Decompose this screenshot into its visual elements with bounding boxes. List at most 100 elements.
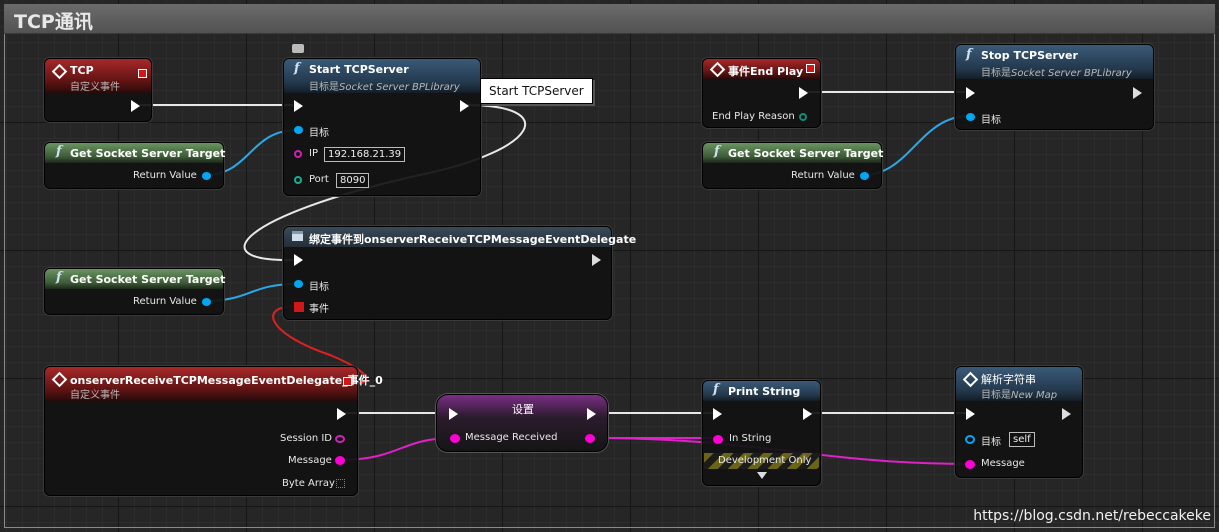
end-play-reason-pin[interactable] (799, 113, 807, 121)
return-value-pin[interactable] (860, 172, 869, 180)
node-title: Get Socket Server Target (70, 273, 226, 286)
port-input[interactable]: 8090 (336, 173, 370, 188)
watermark: https://blog.csdn.net/rebeccakeke (973, 508, 1211, 524)
get-socket-server-target-node[interactable]: f Get Socket Server Target Return Value (44, 142, 226, 189)
return-value-label: Return Value (133, 296, 197, 307)
exec-in-pin[interactable] (294, 254, 303, 266)
end-play-reason-label: End Play Reason (712, 111, 795, 122)
node-title: Stop TCPServer (981, 49, 1078, 62)
byte-array-pin[interactable] (336, 479, 345, 488)
node-subtitle: 目标是New Map (981, 386, 1057, 401)
target-label: 目标 (309, 282, 329, 293)
function-icon: f (966, 47, 972, 62)
return-value-label: Return Value (791, 170, 855, 181)
exec-in-pin[interactable] (294, 100, 303, 112)
start-tcpserver-node[interactable]: f Start TCPServer 目标是Socket Server BPLib… (283, 58, 481, 196)
bind-icon (292, 231, 303, 241)
node-title: Start TCPServer (309, 63, 409, 76)
subtitle-prefix: 目标是 (981, 68, 1011, 79)
node-title: 设置 (512, 403, 534, 416)
in-string-pin[interactable] (713, 435, 723, 444)
message-received-label: Message Received (465, 432, 558, 443)
node-title: Get Socket Server Target (70, 147, 226, 160)
node-title: Get Socket Server Target (728, 147, 884, 160)
message-label: Message (288, 455, 332, 466)
node-title: 解析字符串 (981, 373, 1036, 386)
end-play-event-node[interactable]: 事件End Play End Play Reason (702, 58, 821, 128)
exec-in-pin[interactable] (966, 87, 975, 99)
ip-input[interactable]: 192.168.21.39 (324, 147, 406, 162)
message-pin[interactable] (335, 456, 345, 465)
exec-out-pin[interactable] (460, 100, 469, 112)
stop-tcpserver-node[interactable]: f Stop TCPServer 目标是Socket Server BPLibr… (955, 44, 1154, 130)
node-title: TCP (70, 64, 94, 77)
chevron-down-icon[interactable] (757, 472, 767, 479)
subtitle-prefix: 目标是 (981, 390, 1011, 401)
comment-bubble-icon[interactable] (292, 44, 304, 53)
function-icon: f (56, 270, 62, 285)
exec-in-pin[interactable] (449, 408, 458, 420)
exec-in-pin[interactable] (713, 408, 722, 420)
exec-out-pin[interactable] (337, 408, 346, 420)
set-variable-node[interactable]: 设置 Message Received (436, 394, 608, 452)
byte-array-label: Byte Array (282, 478, 335, 489)
target-label: 目标 (981, 115, 1001, 126)
exec-out-pin[interactable] (1133, 87, 1142, 99)
delegate-pin[interactable] (806, 64, 815, 73)
target-label: 目标 (309, 128, 329, 139)
port-label: Port (309, 174, 329, 185)
target-pin[interactable] (965, 435, 975, 444)
subtitle-class: Socket Server BPLibrary (339, 82, 460, 93)
function-icon: f (713, 382, 719, 397)
node-subtitle: 自定义事件 (70, 390, 120, 401)
return-value-pin[interactable] (202, 172, 211, 180)
print-string-node[interactable]: f Print String In String Development Onl… (702, 380, 821, 486)
message-label: Message (981, 458, 1025, 469)
bind-event-node[interactable]: 绑定事件到onserverReceiveTCPMessageEventDeleg… (283, 226, 636, 320)
event-label: 事件 (309, 304, 329, 315)
target-label: 目标 (981, 437, 1001, 448)
delegate-pin[interactable] (138, 69, 147, 78)
node-title: 事件End Play (728, 65, 804, 78)
exec-out-pin[interactable] (799, 87, 808, 99)
function-icon: f (294, 61, 300, 76)
node-title: 绑定事件到onserverReceiveTCPMessageEventDeleg… (309, 233, 637, 246)
subtitle-class: New Map (1011, 390, 1058, 401)
exec-out-pin[interactable] (592, 254, 601, 266)
get-socket-server-target-node-2[interactable]: f Get Socket Server Target Return Value (44, 268, 226, 315)
node-title: Print String (728, 385, 801, 398)
session-id-label: Session ID (280, 433, 332, 444)
in-string-label: In String (729, 433, 772, 444)
exec-out-pin[interactable] (803, 408, 812, 420)
ip-label: IP (309, 148, 318, 159)
target-input[interactable]: self (1009, 432, 1035, 447)
session-id-pin[interactable] (335, 435, 345, 443)
node-subtitle: 目标是Socket Server BPLibrary (309, 78, 460, 93)
delegate-pin[interactable] (343, 377, 352, 386)
exec-out-pin[interactable] (587, 408, 596, 420)
target-pin[interactable] (294, 280, 303, 288)
event-pin[interactable] (294, 302, 304, 312)
development-only-label: Development Only (718, 455, 812, 466)
exec-in-pin[interactable] (966, 408, 975, 420)
node-tooltip: Start TCPServer (480, 78, 593, 104)
function-icon: f (56, 144, 62, 159)
exec-out-pin[interactable] (1062, 408, 1071, 420)
node-subtitle: 自定义事件 (70, 82, 120, 93)
exec-out-pin[interactable] (131, 100, 140, 112)
ip-pin[interactable] (294, 150, 302, 158)
tcp-event-node[interactable]: TCP 自定义事件 (44, 58, 152, 122)
return-value-pin[interactable] (202, 298, 211, 306)
node-subtitle: 目标是Socket Server BPLibrary (981, 64, 1132, 79)
subtitle-class: Socket Server BPLibrary (1011, 68, 1132, 79)
get-socket-server-target-node-3[interactable]: f Get Socket Server Target Return Value (702, 142, 884, 189)
target-pin[interactable] (966, 113, 975, 121)
parse-string-node[interactable]: 解析字符串 目标是New Map 目标 self Message (955, 366, 1083, 478)
message-received-out-pin[interactable] (585, 434, 595, 443)
target-pin[interactable] (294, 126, 303, 134)
receive-message-event-node[interactable]: onserverReceiveTCPMessageEventDelegate_事… (44, 366, 383, 496)
return-value-label: Return Value (133, 170, 197, 181)
message-received-in-pin[interactable] (450, 434, 460, 443)
message-pin[interactable] (965, 460, 975, 469)
port-pin[interactable] (294, 176, 302, 184)
